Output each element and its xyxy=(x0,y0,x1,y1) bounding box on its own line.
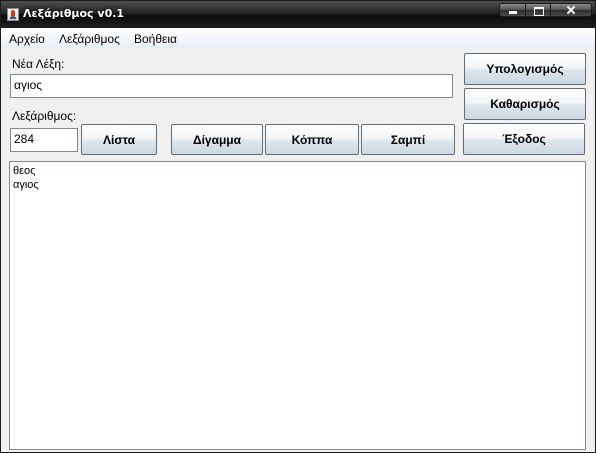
title-bar[interactable]: Λεξάριθμος v0.1 xyxy=(1,1,595,28)
lexarithm-input[interactable]: 284 xyxy=(10,128,78,152)
menu-bar: Αρχείο Λεξάριθμος Βοήθεια xyxy=(1,28,595,48)
result-line: αγιος xyxy=(13,179,39,191)
list-button[interactable]: Λίστα xyxy=(81,124,157,155)
menu-file[interactable]: Αρχείο xyxy=(9,32,45,46)
results-textarea[interactable]: θεος αγιος xyxy=(9,161,586,450)
minimize-icon[interactable] xyxy=(499,3,526,17)
window-title: Λεξάριθμος v0.1 xyxy=(23,7,125,20)
sampi-button[interactable]: Σαμπί xyxy=(361,124,455,155)
exit-button[interactable]: Έξοδος xyxy=(463,123,585,155)
new-word-input[interactable]: αγιος xyxy=(10,74,453,98)
new-word-label: Νέα Λέξη: xyxy=(12,57,65,71)
close-icon[interactable] xyxy=(551,3,592,17)
digamma-button[interactable]: Δίγαμμα xyxy=(171,124,263,155)
menu-lexarithm[interactable]: Λεξάριθμος xyxy=(59,32,120,46)
lexarithm-label: Λεξάριθμος: xyxy=(12,109,77,123)
java-cup-icon xyxy=(7,8,19,21)
calculate-button[interactable]: Υπολογισμός xyxy=(464,53,586,85)
app-window: Λεξάριθμος v0.1 Αρχείο Λεξάριθμος Βοήθει… xyxy=(0,0,596,453)
result-line: θεος xyxy=(13,165,36,177)
clear-button[interactable]: Καθαρισμός xyxy=(464,88,586,120)
maximize-icon[interactable] xyxy=(526,3,551,17)
koppa-button[interactable]: Κόππα xyxy=(265,124,359,155)
menu-help[interactable]: Βοήθεια xyxy=(134,32,177,46)
